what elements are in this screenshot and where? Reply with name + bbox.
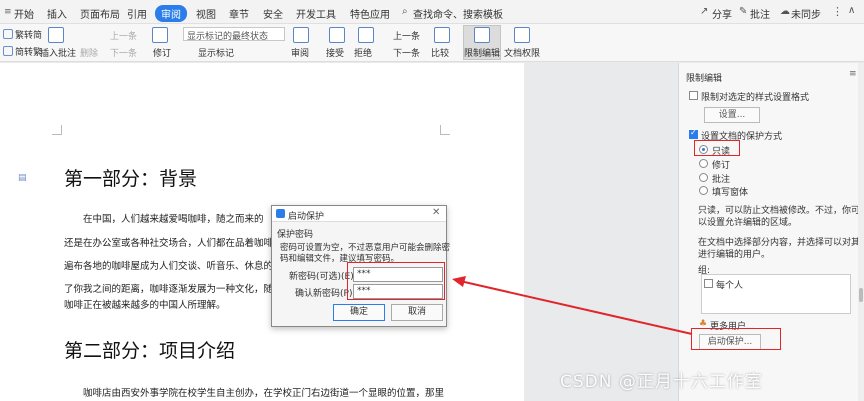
close-icon[interactable]: ✕ <box>432 207 440 218</box>
doc-permission-button[interactable]: 文档权限 <box>504 46 540 59</box>
paragraph-line: 还是在办公室或各种社交场合，人们都在品着咖啡 <box>64 238 274 249</box>
compare-icon <box>434 27 450 43</box>
comment-icon: ✎ <box>739 6 748 17</box>
wps-logo-icon <box>276 209 285 218</box>
revision-label: 修订 <box>712 161 731 171</box>
start-protection-highlight-box <box>691 328 781 350</box>
tab-start[interactable]: 开始 <box>14 6 34 21</box>
simp-to-trad-button[interactable]: 简转繁 <box>3 45 42 58</box>
convert-icon <box>3 46 13 56</box>
restrict-format-checkbox[interactable] <box>689 91 698 100</box>
revision-radio[interactable] <box>699 159 708 168</box>
fill-form-radio[interactable] <box>699 186 708 195</box>
sync-status[interactable]: 未同步 <box>791 6 821 21</box>
watermark-text: CSDN @正月十六工作室 <box>560 372 763 392</box>
tab-developer[interactable]: 开发工具 <box>296 6 336 21</box>
prev-comment-button[interactable]: 上一条 <box>110 29 137 42</box>
ok-button[interactable]: 确定 <box>333 304 385 321</box>
paragraph-handle-icon[interactable]: ▤ <box>18 173 27 183</box>
collapse-icon[interactable]: ∧ <box>848 5 855 16</box>
paragraph-line: 了你我之间的距离，咖啡逐渐发展为一种文化，随着 <box>64 284 283 295</box>
accept-icon <box>329 27 345 43</box>
search-icon: ⌕ <box>402 6 408 17</box>
review-icon <box>293 27 309 43</box>
trad-to-simp-button[interactable]: 繁转简 <box>3 28 42 41</box>
page-corner-mark <box>52 125 62 135</box>
page-corner-mark <box>440 125 450 135</box>
password-section-label: 保护密码 <box>277 230 314 240</box>
tab-page-layout[interactable]: 页面布局 <box>80 6 120 21</box>
password-highlight-box <box>347 262 445 300</box>
tab-security[interactable]: 安全 <box>263 6 283 21</box>
reject-icon <box>358 27 374 43</box>
search-box[interactable]: 查找命令、搜索模板 <box>413 6 503 21</box>
share-icon: ↗ <box>700 6 709 17</box>
everyone-label: 每个人 <box>716 281 744 291</box>
cancel-button[interactable]: 取消 <box>391 304 443 321</box>
comment-radio[interactable] <box>699 173 708 182</box>
comment-button[interactable]: 批注 <box>750 6 770 21</box>
paragraph-line: 遍布各地的咖啡屋成为人们交谈、听音乐、休息的 <box>64 261 274 272</box>
doc-permission-icon <box>514 27 530 43</box>
tab-chapter[interactable]: 章节 <box>229 6 249 21</box>
readonly-highlight-box <box>694 140 740 156</box>
tab-review[interactable]: 审阅 <box>155 5 187 22</box>
comment-label: 批注 <box>712 175 731 185</box>
next-comment-button[interactable]: 下一条 <box>110 46 137 59</box>
tab-special[interactable]: 特色应用 <box>350 6 390 21</box>
description-text: 以设置允许编辑的区域。 <box>698 218 798 228</box>
description-text: 进行编辑的用户。 <box>698 250 771 260</box>
menu-icon[interactable]: ≡ <box>4 7 12 17</box>
restrict-edit-panel: 限制编辑 ≡ 限制对选定的样式设置格式 设置... ✓ 设置文档的保护方式 只读… <box>678 63 864 401</box>
next-change-button[interactable]: 下一条 <box>393 46 420 59</box>
tab-insert[interactable]: 插入 <box>47 6 67 21</box>
heading-project: 第二部分：项目介绍 <box>64 340 236 362</box>
share-button[interactable]: 分享 <box>712 6 732 21</box>
restrict-edit-button[interactable]: 限制编辑 <box>464 46 500 59</box>
dialog-title: 启动保护 <box>288 212 325 222</box>
compare-button[interactable]: 比较 <box>431 46 449 59</box>
convert-icon <box>3 29 13 39</box>
review-button[interactable]: 审阅 <box>291 46 309 59</box>
show-final-select[interactable]: 显示标记的最终状态 <box>183 27 285 42</box>
settings-button[interactable]: 设置... <box>704 107 760 123</box>
revise-button[interactable]: 修订 <box>153 46 171 59</box>
menu-bar: ≡ 开始 插入 页面布局 引用 审阅 视图 章节 安全 开发工具 特色应用 ⌕ … <box>0 0 864 24</box>
insert-comment-icon <box>48 27 64 43</box>
show-marks-button[interactable]: 显示标记 <box>198 46 234 59</box>
restrict-format-label: 限制对选定的样式设置格式 <box>701 93 810 103</box>
restrict-edit-icon <box>474 27 490 43</box>
dialog-titlebar: 启动保护 ✕ <box>272 206 446 222</box>
trad-label: 繁转简 <box>15 31 43 41</box>
tab-reference[interactable]: 引用 <box>127 6 147 21</box>
paragraph-line: 咖啡店由西安外事学院在校学生自主创办，在学校正门右边街道一个显眼的位置，那里 <box>83 388 445 399</box>
more-icon[interactable]: ⋮ <box>832 5 843 18</box>
prev-change-button[interactable]: 上一条 <box>393 29 420 42</box>
annotation-arrow <box>452 276 693 335</box>
paragraph-line: 在中国，人们越来越爱喝咖啡，随之而来的 <box>83 214 264 225</box>
ribbon-toolbar: 繁转简 简转繁 插入批注 删除 上一条 下一条 修订 显示标记的最终状态 显示标… <box>0 24 864 62</box>
panel-collapse-icon[interactable]: ≡ <box>849 69 857 79</box>
everyone-checkbox[interactable] <box>704 279 713 288</box>
fill-form-label: 填写窗体 <box>712 188 749 198</box>
delete-button[interactable]: 删除 <box>80 46 98 59</box>
simp-label: 简转繁 <box>15 48 43 58</box>
sync-icon: ☁ <box>780 6 790 17</box>
vertical-scrollbar[interactable] <box>858 63 864 401</box>
scrollbar-thumb[interactable] <box>859 288 863 302</box>
accept-button[interactable]: 接受 <box>326 46 344 59</box>
paragraph-line: 咖啡正在被越来越多的中国人所理解。 <box>64 300 226 311</box>
panel-title: 限制编辑 <box>686 74 723 84</box>
insert-comment-button[interactable]: 插入批注 <box>40 46 76 59</box>
tab-view[interactable]: 视图 <box>196 6 216 21</box>
revise-icon <box>152 27 168 43</box>
reject-button[interactable]: 拒绝 <box>354 46 372 59</box>
check-icon: ✓ <box>690 128 697 137</box>
heading-background: 第一部分：背景 <box>64 168 198 190</box>
